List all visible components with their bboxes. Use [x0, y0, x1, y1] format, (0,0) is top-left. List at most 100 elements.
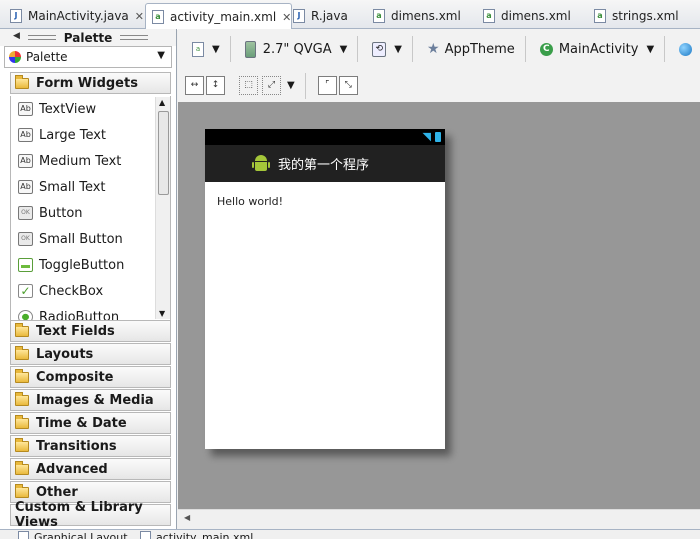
folder-icon [15, 437, 29, 452]
widget-small-button[interactable]: OK Small Button [11, 226, 170, 252]
widget-textview[interactable]: Ab TextView [11, 96, 170, 122]
scroll-down-icon[interactable]: ▼ [159, 309, 165, 318]
tab-dimens-xml-2[interactable]: a dimens.xml [477, 3, 571, 29]
editor-tab-bar: J MainActivity.java ✕ a activity_main.xm… [0, 0, 700, 30]
tab-graphical-layout[interactable]: Graphical Layout [18, 531, 128, 539]
app-title: 我的第一个程序 [278, 158, 370, 173]
tab-label: Graphical Layout [34, 531, 128, 539]
radio-widget-icon [18, 310, 33, 320]
chevron-down-icon: ▼ [646, 43, 655, 55]
canvas-horizontal-scrollbar[interactable]: ◀ [178, 509, 700, 527]
palette-selector[interactable]: Palette ▼ [4, 46, 172, 68]
palette-panel: ◀ Palette Palette ▼ Form Widgets Ab TextV… [0, 29, 177, 530]
tab-label: activity_main.xml [156, 531, 254, 539]
folder-icon [15, 460, 29, 475]
toolbar-separator [524, 36, 526, 62]
category-time-date[interactable]: Time & Date [10, 412, 171, 434]
drag-handle[interactable] [27, 35, 56, 40]
chevron-down-icon: ▼ [339, 43, 348, 55]
device-value: 2.7" QVGA [262, 41, 332, 57]
text-widget-icon: Ab [18, 102, 33, 116]
align-top-left-icon[interactable]: ⌜ [317, 76, 337, 95]
widget-label: Small Button [39, 231, 123, 247]
select-all-icon[interactable]: ⬚ [239, 76, 258, 95]
category-label: Composite [36, 369, 114, 385]
tab-label: dimens.xml [391, 9, 461, 23]
tab-r-java[interactable]: J R.java [287, 3, 348, 29]
widget-label: Large Text [39, 127, 106, 143]
collapse-arrow-icon[interactable]: ◀ [13, 31, 20, 41]
hello-textview[interactable]: Hello world! [205, 182, 445, 208]
tab-mainactivity-java[interactable]: J MainActivity.java ✕ [4, 3, 144, 29]
widget-label: CheckBox [39, 283, 104, 299]
category-label: Images & Media [36, 392, 154, 408]
chevron-down-icon: ▼ [394, 43, 402, 55]
category-label: Text Fields [36, 323, 115, 339]
layout-file-icon: a [192, 41, 204, 57]
category-label: Other [36, 484, 78, 500]
tab-activity-main-xml[interactable]: a activity_main.xml ✕ [145, 3, 293, 30]
category-advanced[interactable]: Advanced [10, 458, 171, 480]
category-images-media[interactable]: Images & Media [10, 389, 171, 411]
device-dropdown[interactable]: 2.7" QVGA ▼ [244, 40, 348, 58]
scrollbar-thumb[interactable] [158, 111, 169, 195]
close-icon[interactable]: ✕ [135, 10, 144, 23]
scroll-left-icon[interactable]: ◀ [184, 513, 190, 522]
toolbar-separator [304, 72, 306, 99]
locale-button[interactable] [679, 42, 693, 56]
expand-icon[interactable]: ⤡ [338, 76, 358, 95]
fill-width-icon[interactable]: ↔ [185, 76, 204, 95]
theme-value: AppTheme [444, 41, 515, 57]
theme-button[interactable]: ★ AppTheme [427, 41, 515, 57]
device-status-bar: ◥ [205, 129, 445, 145]
category-label: Transitions [36, 438, 117, 454]
zoom-fit-icon[interactable]: ⤢ [262, 76, 281, 95]
category-custom-library-views[interactable]: Custom & Library Views [10, 500, 171, 530]
drag-handle[interactable] [120, 35, 149, 40]
tab-dimens-xml[interactable]: a dimens.xml [367, 3, 461, 29]
folder-icon [15, 391, 29, 406]
widget-label: Medium Text [39, 153, 122, 169]
category-label: Custom & Library Views [15, 500, 143, 530]
chevron-down-icon[interactable]: ▼ [287, 80, 295, 91]
device-preview[interactable]: ◥ 我的第一个程序 Hello world! [205, 129, 445, 449]
category-form-widgets[interactable]: Form Widgets [10, 72, 171, 94]
widget-list-scrollbar[interactable]: ▲ ▼ [155, 97, 170, 319]
folder-icon [15, 414, 29, 429]
fill-height-icon[interactable]: ↕ [206, 76, 225, 95]
configuration-dropdown[interactable]: a ▼ [192, 41, 220, 57]
tab-xml-source[interactable]: activity_main.xml [140, 531, 253, 539]
xml-file-icon: a [483, 9, 495, 23]
widget-small-text[interactable]: Ab Small Text [11, 174, 170, 200]
tab-strings-xml[interactable]: a strings.xml [588, 3, 679, 29]
text-widget-icon: Ab [18, 128, 33, 142]
battery-icon [435, 132, 441, 142]
folder-icon [15, 368, 29, 383]
category-composite[interactable]: Composite [10, 366, 171, 388]
widget-radiobutton[interactable]: RadioButton [11, 304, 170, 320]
widget-togglebutton[interactable]: ToggleButton [11, 252, 170, 278]
palette-selector-value: Palette [26, 50, 68, 64]
chevron-down-icon: ▼ [157, 50, 165, 61]
widget-medium-text[interactable]: Ab Medium Text [11, 148, 170, 174]
activity-dropdown[interactable]: C MainActivity ▼ [539, 42, 655, 57]
orientation-dropdown[interactable]: ⟲ ▼ [372, 41, 402, 57]
category-transitions[interactable]: Transitions [10, 435, 171, 457]
java-file-icon: J [293, 9, 305, 23]
widget-label: ToggleButton [39, 257, 125, 273]
wifi-icon: ◥ [422, 130, 431, 143]
tab-label: dimens.xml [501, 9, 571, 23]
category-layouts[interactable]: Layouts [10, 343, 171, 365]
widget-button[interactable]: OK Button [11, 200, 170, 226]
toolbar-separator [664, 36, 666, 62]
app-action-bar[interactable]: 我的第一个程序 [205, 145, 445, 182]
category-text-fields[interactable]: Text Fields [10, 320, 171, 342]
widget-large-text[interactable]: Ab Large Text [11, 122, 170, 148]
scroll-up-icon[interactable]: ▲ [159, 98, 165, 107]
widget-label: Button [39, 205, 83, 221]
folder-icon [15, 322, 29, 337]
chevron-down-icon: ▼ [212, 43, 220, 55]
rotate-icon: ⟲ [372, 41, 387, 57]
widget-checkbox[interactable]: ✓ CheckBox [11, 278, 170, 304]
button-widget-icon: OK [18, 206, 33, 220]
